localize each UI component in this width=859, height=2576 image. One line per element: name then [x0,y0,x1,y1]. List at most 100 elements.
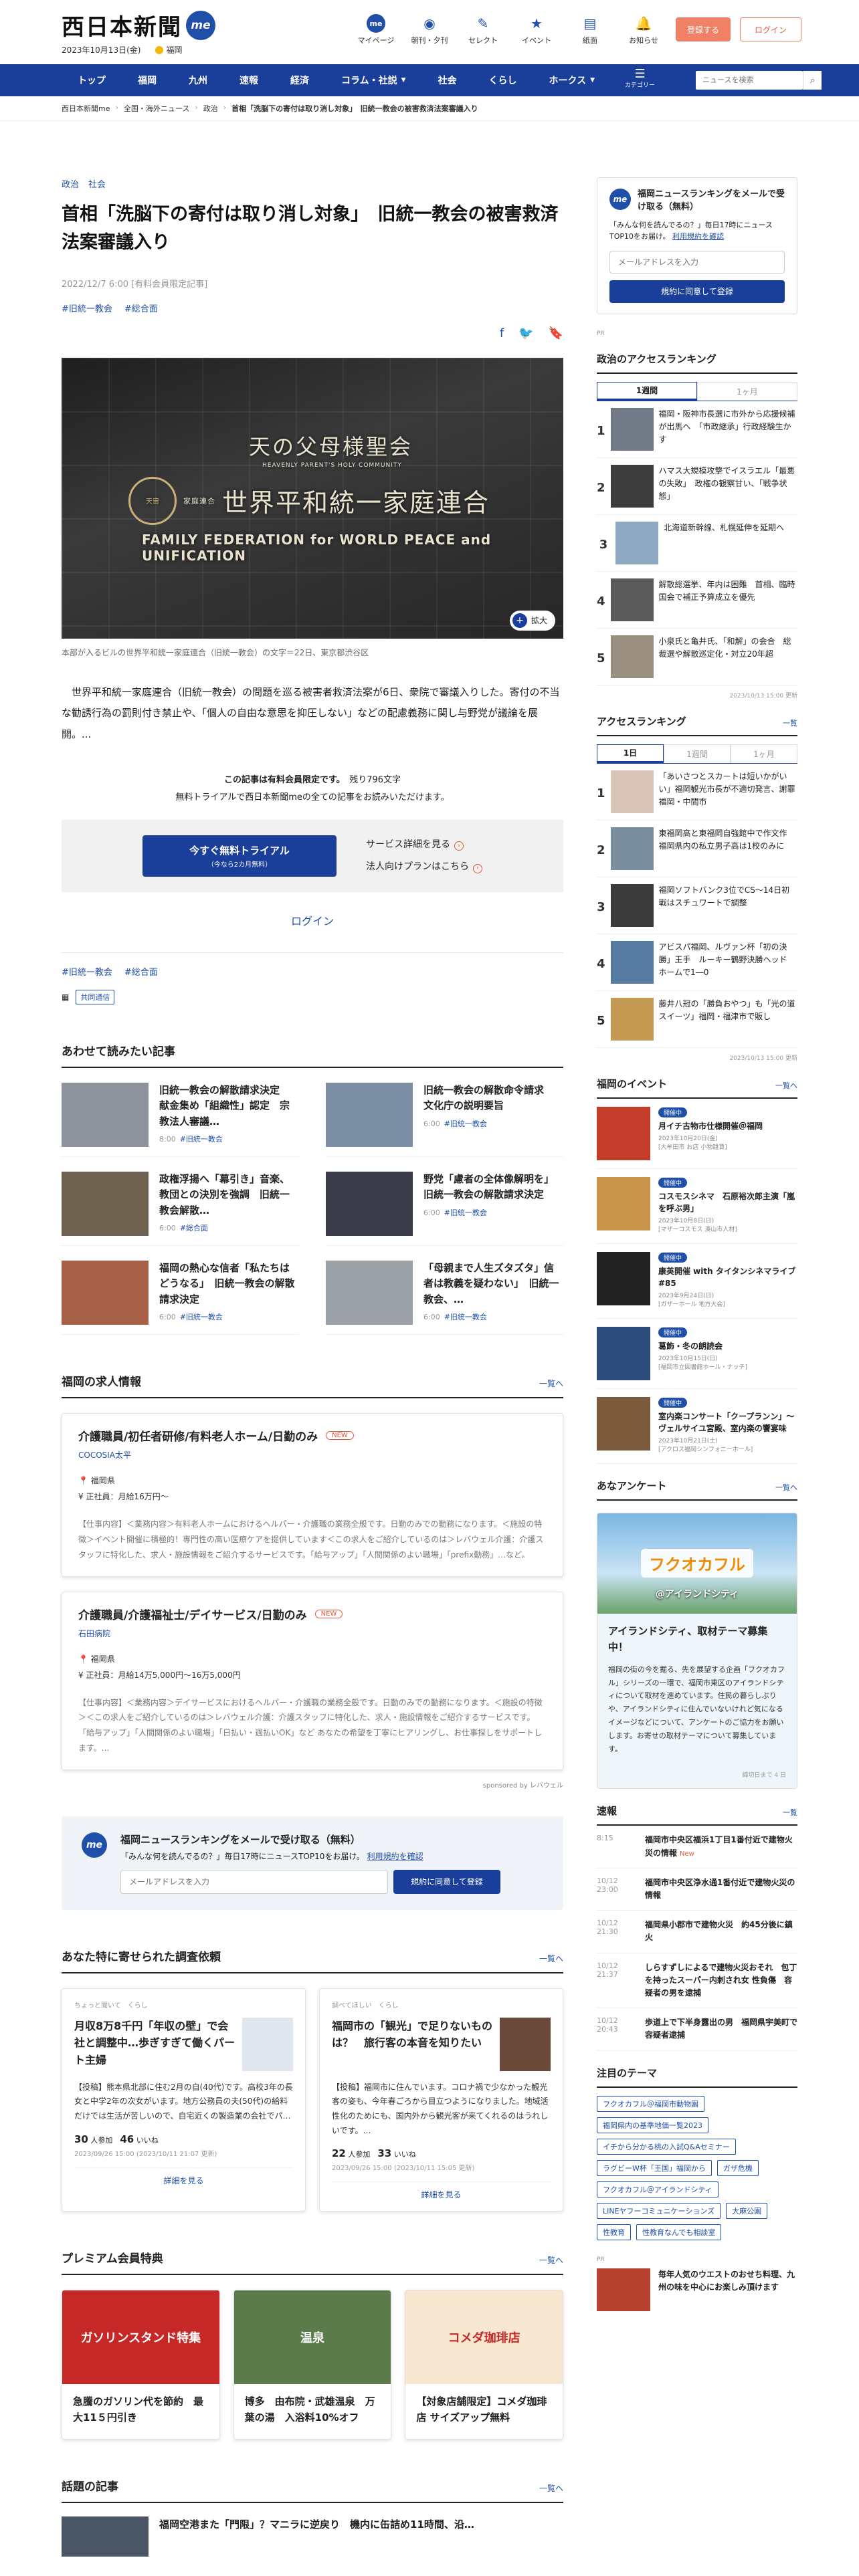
theme-tag[interactable]: 福岡県内の基準地価一覧2023 [597,2117,708,2133]
me-logo-badge[interactable]: me [186,10,215,40]
theme-tag[interactable]: ガザ危機 [717,2159,759,2176]
topic-item[interactable]: 福岡空港また「門限」？マニラに逆戻り 機内に缶詰め11時間、沿… [62,2516,563,2557]
premium-more-link[interactable]: 一覧へ [539,2254,563,2266]
job-card[interactable]: 介護職員/介護福祉士/デイサービス/日勤のみ NEW 石田病院 📍 福岡県 ¥ 正社員：… [62,1591,563,1770]
service-detail-link[interactable]: サービス詳細を見る [366,839,450,850]
ranking-item[interactable]: 5 藤井八冠の「勝負おやつ」も「光の道スイーツ」福岡・福津市で販し [597,991,797,1048]
login-link[interactable]: ログイン [291,915,334,928]
nav-flash[interactable]: 速報 [223,64,274,96]
tab-month[interactable]: 1ヶ月 [731,744,797,763]
tag-link[interactable]: #総合面 [124,302,158,314]
breadcrumb-politics[interactable]: 政治 [203,103,218,114]
tag-link[interactable]: #総合面 [124,965,158,978]
flash-news-item[interactable]: 10/12 20:43 歩道上で下半身露出の男 福岡県宇美町で容疑者逮捕 [597,2008,797,2051]
flash-news-item[interactable]: 10/12 21:30 福岡県小郡市で建物火災 約45分後に鎮火 [597,1911,797,1953]
ranking-item[interactable]: 5 小泉氏と亀井氏、「和解」の会合 総裁選や解散巡定化・対立20年超 [597,629,797,685]
subscribe-button[interactable]: 規約に同意して登録 [393,1869,500,1894]
theme-tag[interactable]: 性教育 [597,2224,631,2240]
survey-detail-button[interactable]: 詳細を見る [74,2167,293,2186]
flash-news-item[interactable]: 10/12 21:37 しらすずしによるで建物火災おそれ 包丁を持ったスーパー内刺… [597,1953,797,2009]
theme-tag[interactable]: 性教育なんでも相談室 [636,2224,722,2240]
enquete-card[interactable]: フクオカフル @アイランドシティ アイランドシティ、取材テーマ募集中！ 福岡の街… [597,1512,797,1790]
tab-week[interactable]: 1週間 [597,381,697,401]
jobs-more-link[interactable]: 一覧へ [539,1378,563,1389]
corporate-plan-link[interactable]: 法人向けプランはこちら [366,861,469,872]
flash-news-item[interactable]: 10/12 23:00 福岡市中央区浄水通1番付近で建物火災の情報 [597,1868,797,1911]
premium-card[interactable]: コメダ珈琲店 【対象店舗限定】コメダ珈琲店 サイズアップ無料 [405,2290,563,2440]
ranking-item[interactable]: 4 解散総選挙、年内は困難 首相、臨時国会で補正予算成立を優先 [597,572,797,629]
facebook-icon[interactable]: f [500,326,504,340]
topics-more-link[interactable]: 一覧へ [539,2482,563,2494]
category-menu-button[interactable]: ☰ カテゴリー [625,68,655,90]
nav-society[interactable]: 社会 [422,64,473,96]
paper-link[interactable]: ▤ 紙面 [569,12,611,45]
flash-more[interactable]: 一覧 [783,1807,797,1818]
event-link[interactable]: ★ イベント [515,12,558,45]
survey-more-link[interactable]: 一覧へ [539,1953,563,1964]
sidebar-email-input[interactable] [609,250,785,274]
event-item[interactable]: 開催中 葛飾・冬の朗読会 2023年10月15日(日) [福岡市立図書館ホール・ナッ… [597,1319,797,1389]
flash-news-item[interactable]: 8:15 福岡市中央区福浜1丁目1番付近で建物火災の情報 New [597,1826,797,1868]
premium-card[interactable]: 温泉 博多 由布院・武雄温泉 万葉の湯 入浴料10%オフ [233,2290,392,2440]
tag-link[interactable]: #旧統一教会 [62,302,112,314]
search-icon[interactable]: ⌕ [803,71,822,90]
terms-link[interactable]: 利用規約を確認 [672,232,724,241]
register-button[interactable]: 登録する [676,17,731,41]
events-more[interactable]: 一覧へ [775,1080,797,1091]
nav-economy[interactable]: 経済 [274,64,325,96]
theme-tag[interactable]: LINEヤフーコミュニケーションズ [597,2202,721,2219]
event-item[interactable]: 開催中 月イチ古物市仕様開催＠福岡 2023年10月20日(金) [大牟田市 お店 … [597,1099,797,1169]
bookmark-icon[interactable]: 🔖 [549,326,563,340]
related-article[interactable]: 政権浮揚へ「幕引き」音楽、教団との決別を強調 旧統一教会解散… 6:00 #総合面 [62,1172,299,1247]
access-ranking-more[interactable]: 一覧 [783,718,797,728]
weather-widget[interactable]: 福岡 [155,44,182,56]
zoom-button[interactable]: + 拡大 [509,610,555,631]
survey-detail-button[interactable]: 詳細を見る [332,2181,551,2200]
ranking-item[interactable]: 1 福岡・阪神市長選に市外から応援候補が出馬へ 「市政継承」行政経験生かす [597,401,797,458]
select-link[interactable]: ✎ セレクト [462,12,504,45]
article-photo[interactable]: 天の父母様聖会 HEAVENLY PARENT'S HOLY COMMUNITY… [62,357,563,639]
premium-card[interactable]: ガソリンスタンド特集 急騰のガソリン代を節約 最大11５円引き [62,2290,220,2440]
search-input[interactable] [696,71,803,90]
sidebar-subscribe-button[interactable]: 規約に同意して登録 [609,280,785,303]
sidebar-pr-item[interactable]: 毎年人気のウエストのおせち料理、九州の味を中心にお楽しみ頂けます [597,2268,797,2311]
ranking-item[interactable]: 1 「あいさつとスカートは短いかがいい」福岡観光市長が不適切発言、謝罪 福岡・中間… [597,764,803,821]
twitter-icon[interactable]: 🐦 [518,326,533,340]
nav-hawks[interactable]: ホークス ▼ [533,64,611,96]
theme-tag[interactable]: フクオカフル＠福岡市動物園 [597,2095,704,2112]
tag-link[interactable]: #旧統一教会 [62,965,112,978]
notice-link[interactable]: 🔔 お知らせ [622,12,665,45]
event-item[interactable]: 開催中 室内楽コンサート「クープランン」〜ヴェルサイユ宮殿、室内楽の饗宴味 2023… [597,1389,797,1464]
ranking-item[interactable]: 3 北海道新幹線、札幌延伸を延期へ [597,515,797,572]
login-button[interactable]: ログイン [740,17,801,41]
related-article[interactable]: 旧統一教会の解散命令請求 文化庁の説明要旨 6:00 #旧統一教会 [326,1083,563,1158]
nav-fukuoka[interactable]: 福岡 [122,64,173,96]
job-card[interactable]: 介護職員/初任者研修/有料老人ホーム/日勤のみ NEW COCOSIA太平 📍 福岡県… [62,1413,563,1577]
related-article[interactable]: 「母親まで人生ズタズタ」信者は教義を疑わない」 旧統一教会、… 6:00 #旧統一教… [326,1261,563,1335]
related-article[interactable]: 野党「慮者の全体像解明を」 旧統一教会の解散請求決定 6:00 #旧統一教会 [326,1172,563,1247]
tab-day[interactable]: 1日 [597,744,664,763]
tab-month[interactable]: 1ヶ月 [697,381,797,401]
terms-link[interactable]: 利用規約を確認 [367,1852,423,1861]
theme-tag[interactable]: フクオカフル＠アイランドシティ [597,2181,719,2197]
survey-card[interactable]: 調べてほしい くらし 福岡市の「観光」で足りないものは？ 旅行客の本音を知りたい 【投… [319,1988,563,2212]
theme-tag[interactable]: イチから分かる桃の入試Q&Aセミナー [597,2138,736,2155]
email-input[interactable] [120,1869,388,1894]
free-trial-button[interactable]: 今すぐ無料トライアル （今なら2カ月無料） [142,835,337,877]
nav-life[interactable]: くらし [473,64,533,96]
related-article[interactable]: 旧統一教会の解散請求決定 献金集め「組織性」認定 宗教法人審議… 8:00 #旧統一… [62,1083,299,1158]
nav-top[interactable]: トップ [62,64,122,96]
related-article[interactable]: 福岡の熱心な信者「私たちはどうなる」 旧統一教会の解散請求決定 6:00 #旧統一教… [62,1261,299,1335]
newspaper-link[interactable]: ◉ 朝刊・夕刊 [408,12,451,45]
ranking-item[interactable]: 2 ハマス大規模攻撃でイスラエル「最悪の失敗」 政権の観察甘い、「戦争状態」 [597,458,797,515]
ranking-item[interactable]: 3 福岡ソフトバンク3位でCS〜14日初戦はスチュワートで調整 [597,877,797,934]
category-politics[interactable]: 政治 [62,177,79,190]
category-society[interactable]: 社会 [88,177,106,190]
enquete-more[interactable]: 一覧へ [775,1482,797,1493]
ranking-item[interactable]: 4 アビスパ福岡、ルヴァン杯「初の決勝」王手 ルーキー鶴野決勝ヘッド ホームで1―… [597,934,797,991]
ranking-item[interactable]: 2 東福岡高と東福岡自強館中で作文作 福岡県内の私立男子高は1校のみに [597,821,797,877]
mypage-link[interactable]: me マイページ [355,12,397,45]
survey-card[interactable]: ちょっと聞いて くらし 月収8万8千円「年収の壁」で会社と調整中…歩ぎすぎて働くパー… [62,1988,306,2212]
nav-kyushu[interactable]: 九州 [173,64,223,96]
theme-tag[interactable]: ラグビーW杯「王国」福岡から [597,2159,712,2176]
